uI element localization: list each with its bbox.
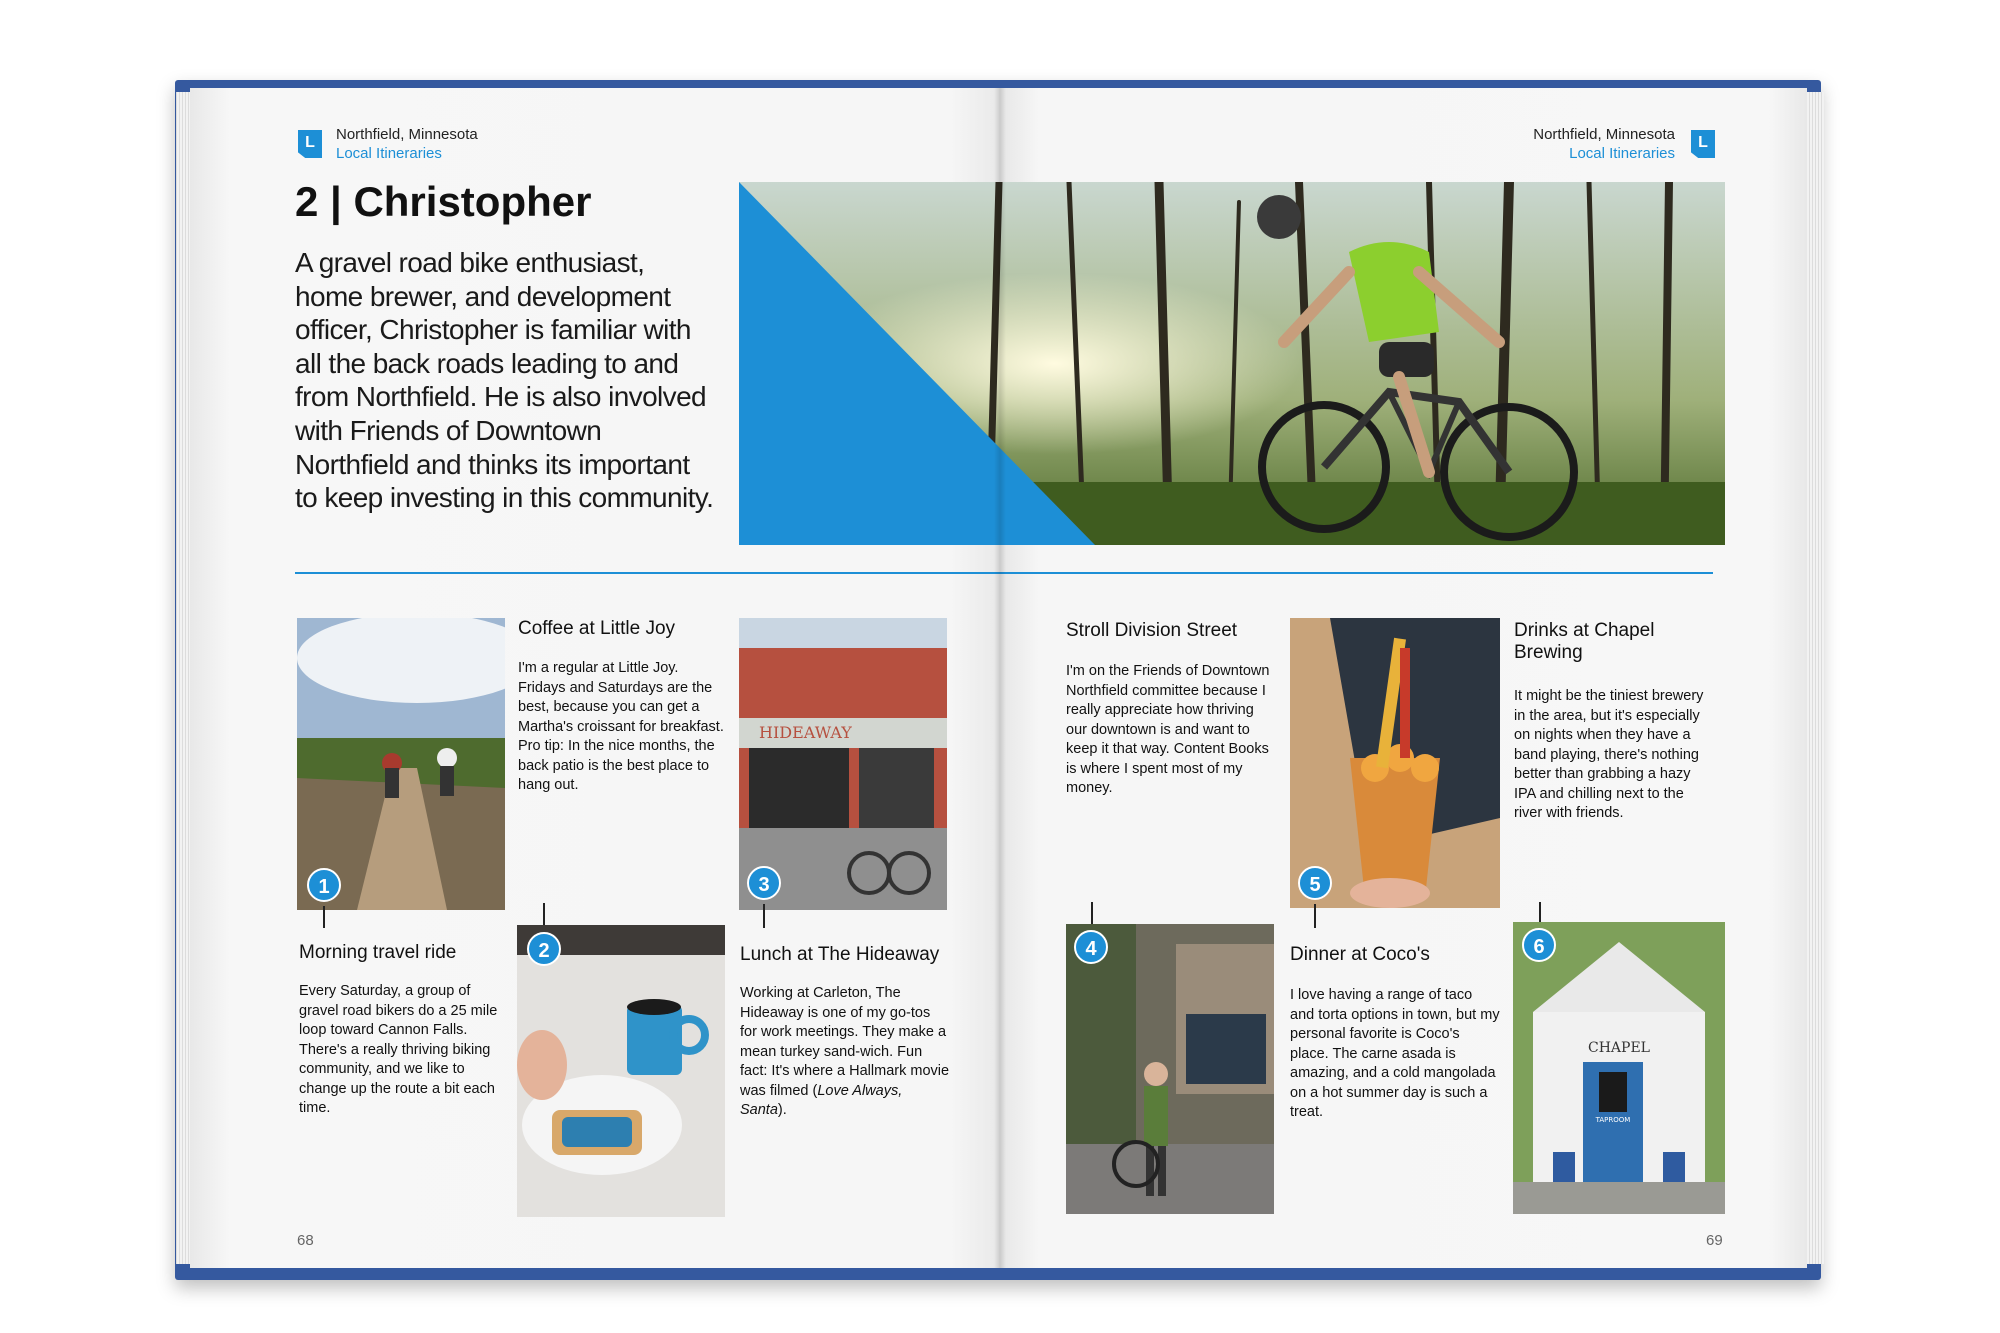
stop-5-text: I love having a range of taco and torta …	[1290, 987, 1500, 1120]
stop-5-photo	[1290, 618, 1500, 908]
stop-2-title: Coffee at Little Joy	[518, 618, 676, 639]
coffee-illustration	[517, 925, 725, 1217]
stop-4-title: Stroll Division Street	[1066, 620, 1238, 641]
mangolada-illustration	[1290, 618, 1500, 908]
taproom-sign-text: TAPROOM	[1595, 1116, 1631, 1124]
stop-6-photo: CHAPEL TAPROOM	[1513, 922, 1725, 1214]
stop-6-text: It might be the tiniest brewery in the a…	[1514, 688, 1704, 821]
stop-4-photo	[1066, 924, 1274, 1214]
stop-2-text: I'm a regular at Little Joy. Fridays and…	[518, 660, 724, 793]
header-section-left[interactable]: Local Itineraries	[336, 145, 442, 162]
division-street-illustration	[1066, 924, 1274, 1214]
stop-5-badge: 5	[1298, 866, 1332, 900]
header-section-right[interactable]: Local Itineraries	[1569, 145, 1675, 162]
book-gutter	[994, 88, 1006, 1268]
stop-3-title: Lunch at The Hideaway	[740, 944, 940, 965]
stop-6-pointer	[1539, 902, 1541, 924]
stop-1-badge: 1	[307, 868, 341, 902]
stop-3-text-main: Working at Carleton, The Hideaway is one…	[740, 985, 950, 1099]
stop-3-text: Working at Carleton, The Hideaway is one…	[740, 984, 950, 1121]
guide-logo-icon: L	[298, 130, 322, 158]
chapter-title: 2 | Christopher	[295, 178, 592, 225]
page-number-left: 68	[297, 1232, 314, 1249]
stop-1-text: Every Saturday, a group of gravel road b…	[299, 983, 498, 1116]
chapter-intro: A gravel road bike enthusiast, home brew…	[295, 247, 714, 514]
hero-cyclist-illustration	[739, 182, 1725, 545]
hideaway-sign-text: HIDEAWAY	[759, 723, 852, 742]
stop-3-pointer	[763, 904, 765, 928]
stop-3-text-post: ).	[777, 1102, 787, 1118]
stop-2-pointer	[543, 903, 545, 925]
header-location-right: Northfield, Minnesota	[1533, 126, 1675, 143]
stop-5-title: Dinner at Coco's	[1290, 944, 1430, 965]
header-location-left: Northfield, Minnesota	[336, 126, 478, 143]
stop-1-pointer	[323, 906, 325, 928]
gravel-ride-illustration	[297, 618, 505, 910]
stop-5-pointer	[1314, 904, 1316, 928]
chapel-sign-text: CHAPEL	[1588, 1040, 1650, 1056]
stop-3-badge: 3	[747, 866, 781, 900]
guide-logo-icon-right: L	[1691, 130, 1715, 158]
stop-1-photo	[297, 618, 505, 910]
stop-4-pointer	[1091, 902, 1093, 926]
page-number-right: 69	[1706, 1232, 1723, 1249]
page-edges-right	[1806, 92, 1824, 1264]
stop-6-badge: 6	[1522, 928, 1556, 962]
hero-cyclist-photo	[739, 182, 1725, 545]
stop-2-badge: 2	[527, 932, 561, 966]
stop-1-title: Morning travel ride	[299, 942, 457, 963]
stop-4-badge: 4	[1074, 930, 1108, 964]
stop-2-photo	[517, 925, 725, 1217]
stop-6-title: Drinks at Chapel Brewing	[1514, 620, 1655, 663]
chapel-illustration: CHAPEL TAPROOM	[1513, 922, 1725, 1214]
stop-4-text: I'm on the Friends of Downtown Northfiel…	[1066, 663, 1270, 796]
